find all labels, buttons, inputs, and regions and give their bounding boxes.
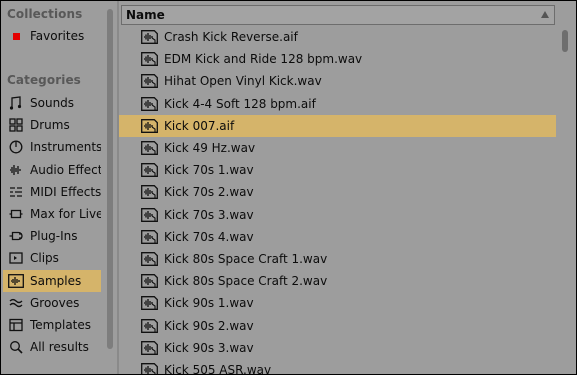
file-row[interactable]: Hihat Open Vinyl Kick.wav bbox=[119, 70, 556, 92]
audio-file-icon bbox=[141, 252, 158, 266]
file-row[interactable]: Kick 70s 4.wav bbox=[119, 226, 556, 248]
audio-file-icon bbox=[141, 207, 158, 222]
file-name: Kick 70s 1.wav bbox=[164, 163, 254, 178]
audio-file-icon bbox=[141, 229, 158, 244]
file-row[interactable]: Kick 90s 2.wav bbox=[119, 315, 556, 337]
file-name: EDM Kick and Ride 128 bpm.wav bbox=[164, 52, 363, 67]
sidebar-item-samples[interactable]: Samples bbox=[3, 269, 101, 292]
file-row[interactable]: Kick 70s 1.wav bbox=[119, 159, 556, 181]
audio-file-icon bbox=[141, 52, 158, 67]
instruments-icon bbox=[8, 139, 24, 155]
file-list-scrollbar[interactable] bbox=[558, 1, 576, 374]
file-name: Kick 80s Space Craft 1.wav bbox=[164, 252, 328, 266]
sidebar-item-templates[interactable]: Templates bbox=[3, 314, 101, 336]
templates-icon bbox=[8, 317, 24, 333]
drums-icon bbox=[8, 117, 24, 133]
column-header-label: Name bbox=[126, 8, 165, 22]
midi-effects-icon bbox=[8, 184, 24, 200]
sidebar-item-midi-effects[interactable]: MIDI Effects bbox=[3, 181, 101, 203]
file-name: Kick 70s 2.wav bbox=[164, 185, 254, 200]
collections-heading: Collections bbox=[7, 7, 83, 21]
file-row[interactable]: Kick 505 ASR.wav bbox=[119, 359, 556, 374]
sidebar: Collections Favorites Categories Sounds D… bbox=[1, 1, 117, 374]
sidebar-item-label: Drums bbox=[30, 118, 70, 133]
file-name: Hihat Open Vinyl Kick.wav bbox=[164, 74, 322, 89]
audio-file-icon bbox=[141, 163, 158, 178]
categories-heading: Categories bbox=[7, 73, 81, 87]
sidebar-item-label: Plug-Ins bbox=[30, 229, 78, 244]
audio-file-icon bbox=[141, 118, 158, 133]
file-name: Kick 90s 2.wav bbox=[164, 318, 254, 333]
audio-file-icon bbox=[141, 363, 158, 374]
audio-file-icon bbox=[141, 141, 158, 155]
file-row[interactable]: Kick 49 Hz.wav bbox=[119, 137, 556, 159]
file-name: Kick 49 Hz.wav bbox=[164, 141, 256, 155]
file-list-pane: Name Crash Kick Reverse.aif EDM Kick and … bbox=[119, 1, 576, 374]
sidebar-item-drums[interactable]: Drums bbox=[3, 114, 101, 136]
sidebar-item-label: Favorites bbox=[30, 29, 85, 43]
sidebar-item-label: Sounds bbox=[30, 96, 75, 110]
sidebar-item-favorites[interactable]: Favorites bbox=[3, 25, 101, 47]
sidebar-item-max-for-live[interactable]: Max for Live bbox=[3, 203, 101, 225]
sidebar-item-label: MIDI Effects bbox=[30, 184, 101, 199]
file-row[interactable]: Kick 007.aif bbox=[119, 114, 556, 137]
sidebar-item-instruments[interactable]: Instruments bbox=[3, 136, 101, 158]
file-name: Kick 007.aif bbox=[164, 118, 235, 133]
sidebar-item-audio-effects[interactable]: Audio Effects bbox=[3, 159, 101, 181]
audio-file-icon bbox=[141, 318, 158, 333]
audio-file-icon bbox=[141, 96, 158, 111]
file-row[interactable]: Kick 70s 3.wav bbox=[119, 204, 556, 226]
grooves-icon bbox=[8, 295, 24, 311]
samples-icon bbox=[8, 273, 24, 289]
audio-file-icon bbox=[141, 74, 158, 89]
sidebar-item-label: Clips bbox=[30, 251, 59, 266]
name-column-header[interactable]: Name bbox=[121, 5, 555, 25]
file-name: Crash Kick Reverse.aif bbox=[164, 30, 298, 44]
sidebar-item-grooves[interactable]: Grooves bbox=[3, 292, 101, 314]
audio-file-icon bbox=[141, 30, 158, 44]
file-row[interactable]: Kick 70s 2.wav bbox=[119, 181, 556, 203]
file-row[interactable]: Kick 90s 3.wav bbox=[119, 337, 556, 359]
max-for-live-icon bbox=[8, 206, 24, 222]
sort-ascending-icon[interactable] bbox=[541, 11, 549, 18]
file-row[interactable]: EDM Kick and Ride 128 bpm.wav bbox=[119, 48, 556, 70]
browser-window: Collections Favorites Categories Sounds D… bbox=[1, 1, 576, 374]
file-row[interactable]: Kick 90s 1.wav bbox=[119, 292, 556, 314]
audio-effects-icon bbox=[8, 162, 24, 178]
file-name: Kick 4-4 Soft 128 bpm.aif bbox=[164, 96, 316, 111]
file-name: Kick 70s 4.wav bbox=[164, 229, 254, 244]
file-row[interactable]: Kick 80s Space Craft 2.wav bbox=[119, 270, 556, 292]
audio-file-icon bbox=[141, 296, 158, 311]
file-name: Kick 80s Space Craft 2.wav bbox=[164, 274, 328, 289]
search-icon bbox=[8, 339, 24, 355]
file-name: Kick 90s 1.wav bbox=[164, 296, 254, 311]
favorites-color-icon bbox=[8, 28, 24, 44]
file-row[interactable]: Kick 80s Space Craft 1.wav bbox=[119, 248, 556, 270]
file-row[interactable]: Crash Kick Reverse.aif bbox=[119, 26, 556, 48]
audio-file-icon bbox=[141, 274, 158, 289]
clips-icon bbox=[8, 250, 24, 266]
file-list-scroll-thumb[interactable] bbox=[562, 30, 568, 52]
sidebar-item-label: Max for Live bbox=[30, 207, 101, 221]
sidebar-item-clips[interactable]: Clips bbox=[3, 247, 101, 269]
sidebar-item-label: Samples bbox=[30, 273, 82, 288]
sidebar-item-label: All results bbox=[30, 340, 89, 355]
sidebar-item-label: Audio Effects bbox=[30, 162, 101, 177]
audio-file-icon bbox=[141, 185, 158, 200]
plug-ins-icon bbox=[8, 228, 24, 244]
sidebar-item-all-results[interactable]: All results bbox=[3, 336, 101, 358]
sounds-icon bbox=[8, 95, 24, 111]
sidebar-scrollbar[interactable] bbox=[107, 9, 113, 349]
sidebar-item-sounds[interactable]: Sounds bbox=[3, 92, 101, 114]
file-row[interactable]: Kick 4-4 Soft 128 bpm.aif bbox=[119, 93, 556, 115]
audio-file-icon bbox=[141, 340, 158, 355]
file-name: Kick 90s 3.wav bbox=[164, 340, 254, 355]
sidebar-item-plug-ins[interactable]: Plug-Ins bbox=[3, 225, 101, 247]
sidebar-item-label: Templates bbox=[30, 318, 92, 332]
file-name: Kick 505 ASR.wav bbox=[164, 363, 272, 374]
file-name: Kick 70s 3.wav bbox=[164, 207, 254, 222]
sidebar-item-label: Instruments bbox=[30, 140, 101, 155]
sidebar-item-label: Grooves bbox=[30, 295, 80, 310]
